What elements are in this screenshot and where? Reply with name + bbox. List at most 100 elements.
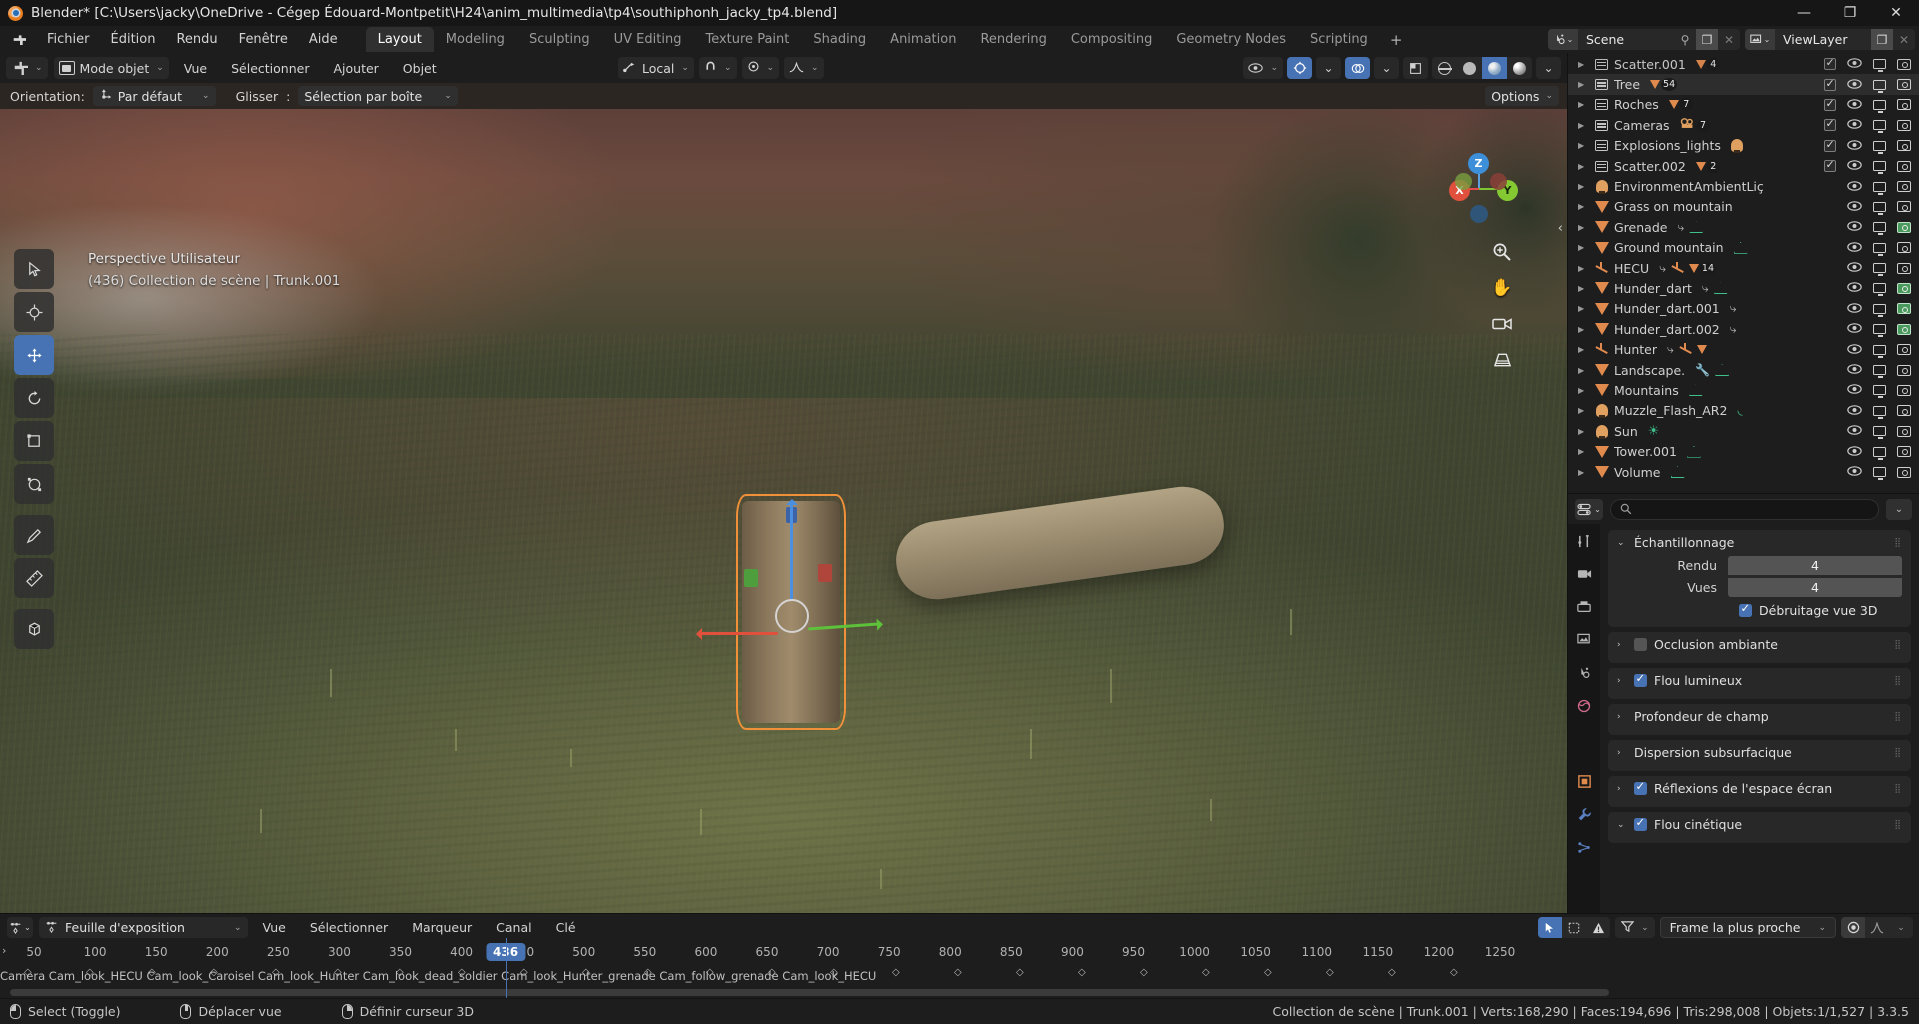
disable-in-renders-icon[interactable] (1897, 79, 1911, 91)
keyframe-marker-icon[interactable]: ◇ (458, 967, 466, 978)
keyframe-marker-icon[interactable]: ◇ (582, 967, 590, 978)
ao-checkbox[interactable] (1634, 638, 1647, 651)
tab-layout[interactable]: Layout (365, 27, 434, 52)
drag-dots-icon[interactable]: ⣿ (1894, 748, 1902, 757)
interpolation-dropdown[interactable]: ⌄ (1889, 917, 1913, 938)
viewport-menu-ajouter[interactable]: Ajouter (324, 58, 387, 79)
disable-in-viewports-icon[interactable] (1873, 365, 1886, 379)
outliner-row[interactable]: ▶ Scatter.001 4 (1568, 54, 1919, 74)
disable-in-renders-icon[interactable] (1897, 344, 1911, 356)
outliner-row[interactable]: ▶ Grenade ⤷ (1568, 217, 1919, 237)
gizmo-axis-z[interactable] (786, 499, 798, 600)
outliner-row[interactable]: ▶ Roches 7 (1568, 95, 1919, 115)
expand-arrow-icon[interactable]: ▶ (1578, 468, 1592, 477)
sampling-render-input[interactable]: 4 (1728, 556, 1902, 575)
keyframe-marker-icon[interactable]: ◇ (520, 967, 528, 978)
tool-cursor-button[interactable] (14, 292, 54, 332)
exclude-checkbox[interactable] (1824, 77, 1836, 91)
exclude-checkbox[interactable] (1824, 138, 1836, 152)
tab-scene-icon[interactable] (1573, 662, 1595, 684)
timeline-mode-selector[interactable]: Feuille d'exposition ⌄ (39, 917, 248, 938)
properties-options-dropdown[interactable]: ⌄ (1886, 498, 1912, 520)
editor-type-selector[interactable]: ⌄ (6, 57, 48, 79)
viewlayer-selector[interactable]: ⌄ ViewLayer ❐ ✕ (1745, 29, 1915, 50)
disable-in-viewports-icon[interactable] (1873, 467, 1886, 480)
panel-screen-space-reflections[interactable]: › Réflexions de l'espace écran ⣿ (1608, 776, 1911, 807)
disable-in-renders-icon[interactable] (1897, 282, 1911, 294)
keyframe-marker-icon[interactable]: ◇ (1388, 967, 1396, 978)
tool-rotate-button[interactable] (14, 378, 54, 418)
minimize-button[interactable]: — (1781, 0, 1827, 26)
sidebar-collapse-arrow-icon[interactable]: ‹ (1558, 221, 1563, 236)
tool-move-button[interactable] (14, 335, 54, 375)
keyframe-marker-icon[interactable]: ◇ (334, 967, 342, 978)
expand-arrow-icon[interactable]: ▶ (1578, 182, 1592, 191)
disable-in-renders-icon[interactable] (1897, 181, 1911, 193)
duplicate-viewlayer-icon[interactable]: ❐ (1871, 29, 1893, 50)
proportional-edit-toggle[interactable]: ⌄ (741, 57, 780, 79)
proportional-select-button[interactable] (1538, 917, 1563, 938)
ssr-checkbox[interactable] (1634, 779, 1647, 795)
menu-aide[interactable]: Aide (299, 29, 348, 50)
hide-in-viewport-icon[interactable] (1847, 445, 1862, 459)
outliner-row[interactable]: ▶ Explosions_lights (1568, 136, 1919, 156)
drag-dots-icon[interactable]: ⣿ (1894, 820, 1902, 829)
panel-depth-of-field[interactable]: › Profondeur de champ ⣿ (1608, 704, 1911, 735)
outliner-row[interactable]: ▶ EnvironmentAmbientLiç (1568, 176, 1919, 196)
disable-in-viewports-icon[interactable] (1873, 344, 1886, 358)
exclude-checkbox[interactable] (1824, 117, 1836, 132)
keyframe-marker-icon[interactable]: ◇ (706, 967, 714, 978)
outliner-row[interactable]: ▶ Scatter.002 2 (1568, 156, 1919, 176)
tab-uv-editing[interactable]: UV Editing (602, 27, 694, 52)
gizmo-toggle[interactable] (1287, 57, 1312, 79)
tab-modifier-icon[interactable] (1573, 803, 1595, 825)
tab-texture-paint[interactable]: Texture Paint (693, 27, 801, 52)
pan-hand-icon[interactable]: ✋ (1489, 275, 1515, 301)
timeline-menu-canal[interactable]: Canal (487, 917, 540, 938)
timeline-menu-marqueur[interactable]: Marqueur (403, 917, 481, 938)
expand-arrow-icon[interactable]: ▶ (1578, 162, 1592, 171)
duplicate-scene-icon[interactable]: ❐ (1696, 29, 1718, 50)
options-dropdown[interactable]: Options ⌄ (1485, 86, 1559, 106)
delete-viewlayer-icon[interactable]: ✕ (1893, 29, 1915, 50)
shading-solid-button[interactable] (1457, 57, 1482, 79)
outliner-row[interactable]: ▶ Volume (1568, 462, 1919, 482)
tab-rendering[interactable]: Rendering (968, 27, 1058, 52)
disable-in-renders-icon[interactable] (1897, 242, 1911, 254)
expand-arrow-icon[interactable]: ▶ (1578, 80, 1592, 89)
disable-in-renders-icon[interactable] (1897, 384, 1911, 396)
keyframe-marker-icon[interactable]: ◇ (954, 967, 962, 978)
hide-in-viewport-icon[interactable] (1847, 343, 1862, 357)
ortho-perspective-icon[interactable] (1489, 347, 1515, 373)
expand-arrow-icon[interactable]: ▶ (1578, 366, 1592, 375)
outliner-row[interactable]: ▶ Tower.001 (1568, 441, 1919, 461)
disable-in-renders-icon[interactable] (1897, 425, 1911, 437)
disable-in-renders-icon[interactable] (1897, 446, 1911, 458)
warning-icon[interactable] (1586, 917, 1610, 938)
tool-annotate-button[interactable] (14, 515, 54, 555)
expand-arrow-icon[interactable]: ▶ (1578, 202, 1592, 211)
shading-dropdown[interactable]: ⌄ (1536, 57, 1561, 79)
gizmo-handle-red[interactable] (818, 564, 832, 582)
panel-sampling-header[interactable]: ⌄ Échantillonnage ⣿ (1608, 530, 1911, 555)
expand-arrow-icon[interactable]: ▶ (1578, 325, 1592, 334)
disable-in-viewports-icon[interactable] (1873, 59, 1886, 73)
expand-arrow-icon[interactable]: ▶ (1578, 284, 1592, 293)
tool-transform-button[interactable] (14, 464, 54, 504)
auto-keying-button[interactable] (1841, 917, 1865, 938)
snap-mode-dropdown[interactable]: Frame la plus proche ⌄ (1659, 917, 1836, 938)
tab-tool-icon[interactable] (1573, 530, 1595, 552)
overlays-dropdown[interactable]: ⌄ (1374, 57, 1399, 79)
navigation-gizmo[interactable]: Z X Y (1441, 147, 1519, 225)
panel-subsurface-scattering[interactable]: › Dispersion subsurfacique ⣿ (1608, 740, 1911, 771)
disable-in-viewports-icon[interactable] (1873, 242, 1886, 256)
tab-output-icon[interactable] (1573, 596, 1595, 618)
zoom-icon[interactable] (1489, 239, 1515, 265)
menu-fenetre[interactable]: Fenêtre (229, 29, 298, 50)
hide-in-viewport-icon[interactable] (1847, 465, 1862, 479)
keyframe-marker-icon[interactable]: ◇ (892, 967, 900, 978)
outliner-row[interactable]: ▶ Mountains (1568, 380, 1919, 400)
keyframe-marker-icon[interactable]: ◇ (830, 967, 838, 978)
drag-dots-icon[interactable]: ⣿ (1894, 784, 1902, 793)
viewport-menu-vue[interactable]: Vue (175, 58, 216, 79)
